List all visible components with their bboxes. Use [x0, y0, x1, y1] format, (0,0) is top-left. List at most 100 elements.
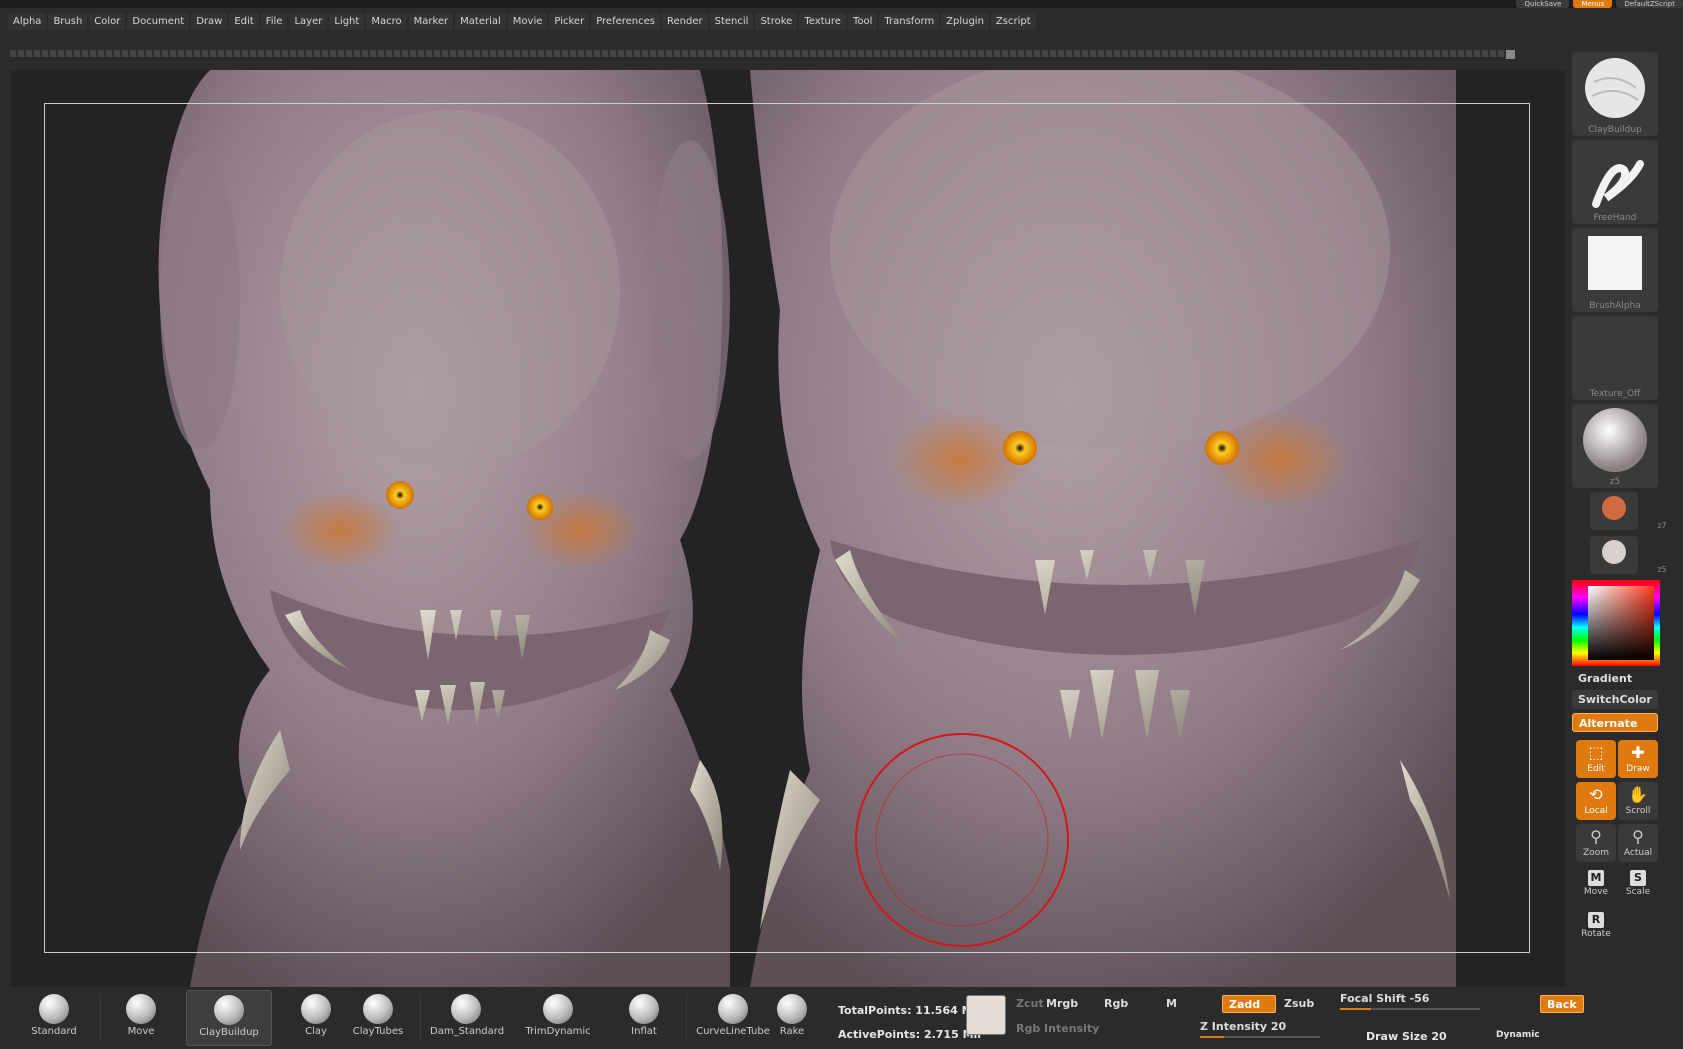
color-picker[interactable]	[1572, 580, 1660, 666]
scroll-button[interactable]: ✋ Scroll	[1618, 782, 1658, 820]
gradient-label[interactable]: Gradient	[1578, 672, 1632, 685]
menu-document[interactable]: Document	[127, 13, 190, 30]
actual-label: Actual	[1623, 848, 1653, 858]
brush-dam-standard[interactable]: Dam_Standard	[430, 990, 504, 1046]
menu-tool[interactable]: Tool	[847, 13, 878, 30]
z-intensity-label: Z Intensity 20	[1200, 1020, 1287, 1033]
brush-curvelinetube[interactable]: CurveLineTube	[696, 990, 770, 1046]
clay-brush-icon	[1585, 58, 1645, 118]
document-canvas[interactable]	[10, 70, 1566, 987]
total-points: TotalPoints: 11.564 Mil	[838, 1004, 981, 1017]
brush-clay[interactable]: Clay	[290, 990, 342, 1046]
rgb-toggle[interactable]: Rgb	[1098, 995, 1134, 1013]
menu-stencil[interactable]: Stencil	[709, 13, 754, 30]
menu-zscript[interactable]: Zscript	[990, 13, 1036, 30]
zoom-button[interactable]: ⚲ Zoom	[1576, 824, 1616, 862]
rgb-intensity-slider[interactable]: Rgb Intensity	[1010, 1020, 1105, 1038]
draw-button[interactable]: ✚ Draw	[1618, 740, 1658, 778]
menu-edit[interactable]: Edit	[229, 13, 259, 30]
brush-thumbnail[interactable]: ClayBuildup	[1572, 52, 1658, 136]
brush-trimdynamic-label: TrimDynamic	[525, 1026, 591, 1037]
menu-macro[interactable]: Macro	[366, 13, 407, 30]
zsub-toggle[interactable]: Zsub	[1278, 995, 1320, 1013]
menu-movie[interactable]: Movie	[507, 13, 548, 30]
material-z7-swatch[interactable]: z7	[1590, 492, 1667, 530]
menu-alpha[interactable]: Alpha	[8, 13, 47, 30]
brush-claybuildup[interactable]: ClayBuildup	[186, 990, 272, 1046]
texture-thumbnail[interactable]: Texture_Off	[1572, 316, 1658, 400]
menu-render[interactable]: Render	[662, 13, 708, 30]
brush-rake[interactable]: Rake	[772, 990, 812, 1046]
freehand-stroke-icon	[1592, 160, 1644, 208]
menu-color[interactable]: Color	[89, 13, 126, 30]
top-right-controls: QuickSave Menus DefaultZScript	[1516, 0, 1683, 8]
alpha-thumbnail[interactable]: BrushAlpha	[1572, 228, 1658, 312]
brush-trimdynamic[interactable]: TrimDynamic	[522, 990, 594, 1046]
z-intensity-slider[interactable]: Z Intensity 20	[1200, 1020, 1320, 1038]
saturation-value-field[interactable]	[1588, 586, 1654, 660]
material-z5-swatch[interactable]: z5	[1590, 536, 1667, 574]
menu-marker[interactable]: Marker	[408, 13, 454, 30]
scale-label: Scale	[1625, 887, 1651, 897]
actual-button[interactable]: ⚲ Actual	[1618, 824, 1658, 862]
menu-preferences[interactable]: Preferences	[591, 13, 661, 30]
menu-texture[interactable]: Texture	[799, 13, 846, 30]
menu-stroke[interactable]: Stroke	[755, 13, 798, 30]
menu-picker[interactable]: Picker	[549, 13, 590, 30]
material-sphere-icon	[1583, 408, 1647, 472]
draw-icon: ✚	[1631, 743, 1645, 762]
local-icon: ⟲	[1589, 785, 1603, 804]
backface-toggle[interactable]: Back	[1540, 995, 1584, 1013]
brush-claybuildup-label: ClayBuildup	[199, 1027, 259, 1038]
bottom-shelf: Standard Move ClayBuildup Clay ClayTubes…	[0, 990, 1683, 1049]
draw-size-slider[interactable]: Draw Size 20	[1366, 1030, 1447, 1043]
brush-move[interactable]: Move	[116, 990, 166, 1046]
focal-shift-slider[interactable]: Focal Shift -56	[1340, 992, 1480, 1010]
rotate-icon: R	[1588, 912, 1604, 928]
hand-icon: ✋	[1628, 785, 1648, 804]
zadd-toggle[interactable]: Zadd	[1222, 995, 1276, 1013]
zoom-label: Zoom	[1583, 848, 1609, 858]
menu-zplugin[interactable]: Zplugin	[941, 13, 989, 30]
brush-inflat[interactable]: Inflat	[618, 990, 670, 1046]
scale-button[interactable]: S Scale	[1618, 866, 1658, 904]
right-tray: ClayBuildup FreeHand BrushAlpha Texture_…	[1570, 50, 1667, 1049]
zscript-button[interactable]: DefaultZScript	[1616, 0, 1683, 8]
dynamic-toggle[interactable]: Dynamic	[1496, 1030, 1540, 1040]
menus-button[interactable]: Menus	[1573, 0, 1613, 8]
edit-button[interactable]: ⬚ Edit	[1576, 740, 1616, 778]
menu-transform[interactable]: Transform	[879, 13, 940, 30]
m-toggle[interactable]: M	[1160, 995, 1183, 1013]
alternate-button[interactable]: Alternate	[1572, 713, 1658, 732]
menu-light[interactable]: Light	[329, 13, 365, 30]
rotate-label: Rotate	[1581, 929, 1611, 939]
menu-layer[interactable]: Layer	[289, 13, 328, 30]
menu-file[interactable]: File	[260, 13, 288, 30]
local-button[interactable]: ⟲ Local	[1576, 782, 1616, 820]
move-icon: M	[1588, 870, 1604, 886]
shelf-separator	[100, 994, 101, 1042]
main-color-swatch[interactable]	[966, 995, 1006, 1035]
menu-material[interactable]: Material	[455, 13, 506, 30]
dam-standard-brush-icon	[451, 994, 481, 1024]
brush-standard[interactable]: Standard	[28, 990, 80, 1046]
top-shelf-ruler	[10, 50, 1512, 57]
ruler-handle[interactable]	[1506, 50, 1515, 59]
z-intensity-fill	[1200, 1036, 1224, 1038]
curvelinetube-brush-icon	[718, 994, 748, 1024]
claybuildup-brush-icon	[214, 995, 244, 1025]
switchcolor-button[interactable]: SwitchColor	[1572, 690, 1658, 709]
material-thumbnail[interactable]: z5	[1572, 404, 1658, 488]
quicksave-button[interactable]: QuickSave	[1516, 0, 1570, 8]
menu-brush[interactable]: Brush	[48, 13, 88, 30]
shelf-separator	[420, 994, 421, 1042]
brush-curvelinetube-label: CurveLineTube	[696, 1026, 770, 1037]
stroke-thumbnail[interactable]: FreeHand	[1572, 140, 1658, 224]
standard-brush-icon	[39, 994, 69, 1024]
rotate-button[interactable]: R Rotate	[1576, 908, 1616, 946]
brush-claytubes[interactable]: ClayTubes	[350, 990, 406, 1046]
mrgb-toggle[interactable]: Mrgb	[1040, 995, 1084, 1013]
menu-draw[interactable]: Draw	[191, 13, 228, 30]
move-button[interactable]: M Move	[1576, 866, 1616, 904]
sculpt-head-left	[158, 70, 731, 987]
